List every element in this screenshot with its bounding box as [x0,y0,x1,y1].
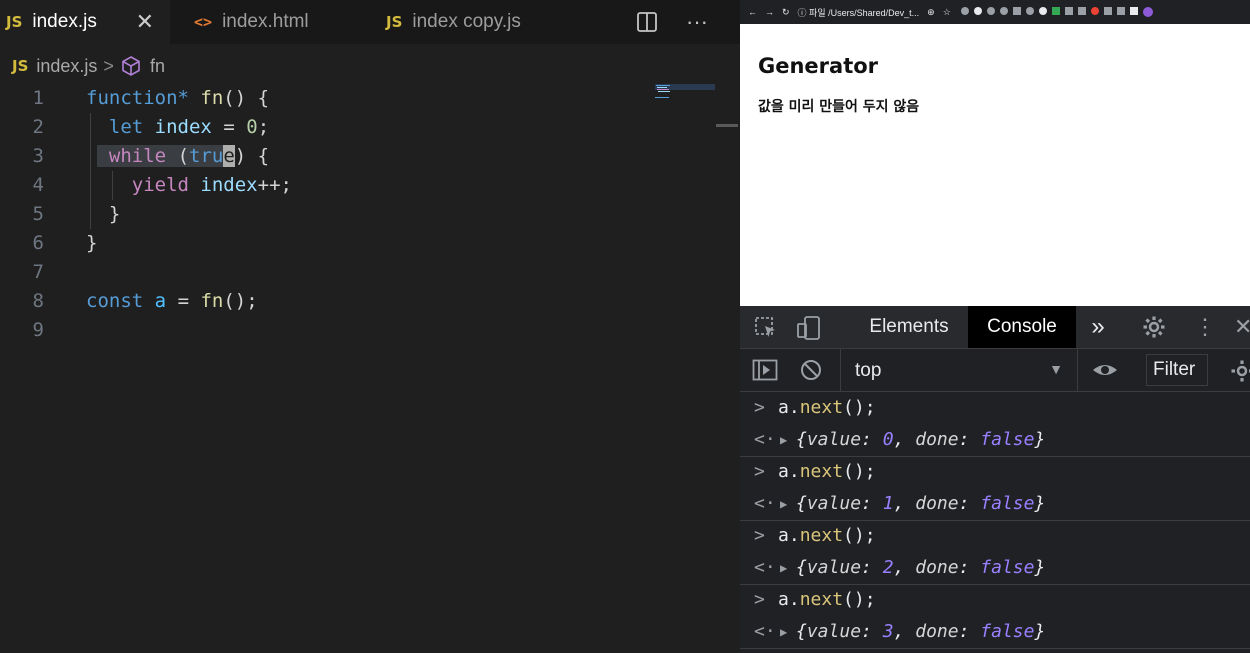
breadcrumb: JS index.js > fn [0,52,165,80]
chevron-right-icon: > [103,55,114,76]
gear-icon[interactable] [1230,359,1250,388]
devtools-tab-bar: Elements Console » ⋮ ✕ [740,306,1250,349]
console-input: a.next(); [778,397,876,418]
console-result-row[interactable]: <· ▶ {value: 0, done: false} [740,424,1250,457]
line-number: 1 [32,87,44,109]
code-line: 3 while (true) { [0,142,700,171]
sidebar-toggle-icon[interactable] [752,359,778,386]
expand-triangle-icon[interactable]: ▶ [780,424,787,456]
kebab-menu-icon[interactable]: ⋮ [1194,316,1216,338]
chevron-right-icon: > [754,589,765,610]
tab-label: index copy.js [412,11,521,32]
js-file-icon: JS [386,13,403,31]
code-line: 1 function* fn() { [0,84,700,113]
tab-console[interactable]: Console [968,306,1076,348]
tab-label: index.html [222,11,309,32]
zoom-icon[interactable]: ⊕ [927,7,935,18]
back-icon[interactable]: ← [748,7,757,17]
address-bar[interactable]: ← → ↻ ⓘ 파일 /Users/Shared/Dev_t... ⊕ ☆ [740,0,1250,24]
tab-index-js[interactable]: JS index.js ✕ [0,0,170,44]
browser-window: ← → ↻ ⓘ 파일 /Users/Shared/Dev_t... ⊕ ☆ Ge… [740,0,1250,653]
line-number: 6 [32,232,44,254]
return-arrow-icon: <· [754,557,776,578]
bookmark-star-icon[interactable]: ☆ [943,7,951,18]
line-number: 2 [32,116,44,138]
extension-icons[interactable] [960,7,1153,17]
clear-console-icon[interactable] [800,359,822,386]
more-actions-icon[interactable]: ··· [686,0,708,44]
reload-icon[interactable]: ↻ [782,7,790,18]
console-input-row: > a.next(); [740,456,1250,488]
console-input-row: > a.next(); [740,520,1250,552]
forward-icon[interactable]: → [765,7,774,17]
close-icon[interactable]: ✕ [136,9,154,35]
eye-icon[interactable] [1092,359,1118,386]
vscode-window: JS index.js ✕ <> index.html JS index cop… [0,0,740,653]
page-heading: Generator [758,54,879,78]
js-file-icon: JS [12,57,29,75]
url-text[interactable]: ⓘ 파일 /Users/Shared/Dev_t... [798,6,920,19]
code-line: 4 yield index++; [0,171,700,200]
console-input: a.next(); [778,525,876,546]
console-result-row[interactable]: <· ▶ {value: 2, done: false} [740,552,1250,585]
page-text: 값을 미리 만들어 두지 않음 [758,99,920,115]
html-file-icon: <> [194,13,213,31]
code-line: 2 let index = 0; [0,113,700,142]
line-number: 9 [32,319,44,341]
code-line: 8 const a = fn(); [0,287,700,316]
breadcrumb-symbol[interactable]: fn [150,56,165,77]
expand-triangle-icon[interactable]: ▶ [780,552,787,584]
page-content: Generator 값을 미리 만들어 두지 않음 [740,24,1250,306]
code-line: 5 } [0,200,700,229]
console-input: a.next(); [778,461,876,482]
cube-icon [120,55,142,77]
chevron-right-icon: > [754,397,765,418]
line-number: 3 [32,145,44,167]
more-tabs-icon[interactable]: » [1080,306,1116,348]
console-result-row[interactable]: <· ▶ {value: 1, done: false} [740,488,1250,521]
context-selector[interactable]: top ▼ [840,349,1078,391]
console-result: {value: 1, done: false} [796,493,1046,514]
expand-triangle-icon[interactable]: ▶ [780,616,787,648]
close-icon[interactable]: ✕ [1234,316,1250,338]
line-number: 5 [32,203,44,225]
line-number: 7 [32,261,44,283]
console-result: {value: 2, done: false} [796,557,1046,578]
tab-label: index.js [32,11,97,32]
console-result-row[interactable]: <· ▶ {value: 3, done: false} [740,616,1250,649]
expand-triangle-icon[interactable]: ▶ [780,488,787,520]
console-result: {value: 3, done: false} [796,621,1046,642]
return-arrow-icon: <· [754,621,776,642]
console-input-row: > a.next(); [740,392,1250,424]
device-toolbar-icon[interactable] [796,315,822,346]
console-input-row: > a.next(); [740,584,1250,616]
inspect-element-icon[interactable] [754,316,778,345]
return-arrow-icon: <· [754,429,776,450]
editor-tab-bar: JS index.js ✕ <> index.html JS index cop… [0,0,740,44]
console-input: a.next(); [778,589,876,610]
scrollbar[interactable] [716,124,738,127]
devtools-panel: Elements Console » ⋮ ✕ top ▼ Filter > a.… [740,306,1250,653]
breadcrumb-file[interactable]: index.js [36,56,97,77]
tab-elements[interactable]: Elements [852,306,966,348]
caret-down-icon: ▼ [1049,361,1063,377]
tab-index-html[interactable]: <> index.html [170,0,360,44]
context-value: top [855,360,882,381]
line-number: 8 [32,290,44,312]
console-toolbar: top ▼ Filter [740,349,1250,392]
js-file-icon: JS [6,13,23,31]
minimap[interactable] [655,84,715,104]
code-line: 9 [0,316,700,345]
gear-icon[interactable] [1142,315,1166,344]
console-result: {value: 0, done: false} [796,429,1046,450]
code-line: 7 [0,258,700,287]
chevron-right-icon: > [754,525,765,546]
chevron-right-icon: > [754,461,765,482]
split-editor-icon[interactable] [636,0,658,44]
filter-input[interactable]: Filter [1146,354,1208,386]
line-number: 4 [32,174,44,196]
return-arrow-icon: <· [754,493,776,514]
tab-index-copy-js[interactable]: JS index copy.js [360,0,570,44]
code-line: 6 } [0,229,700,258]
